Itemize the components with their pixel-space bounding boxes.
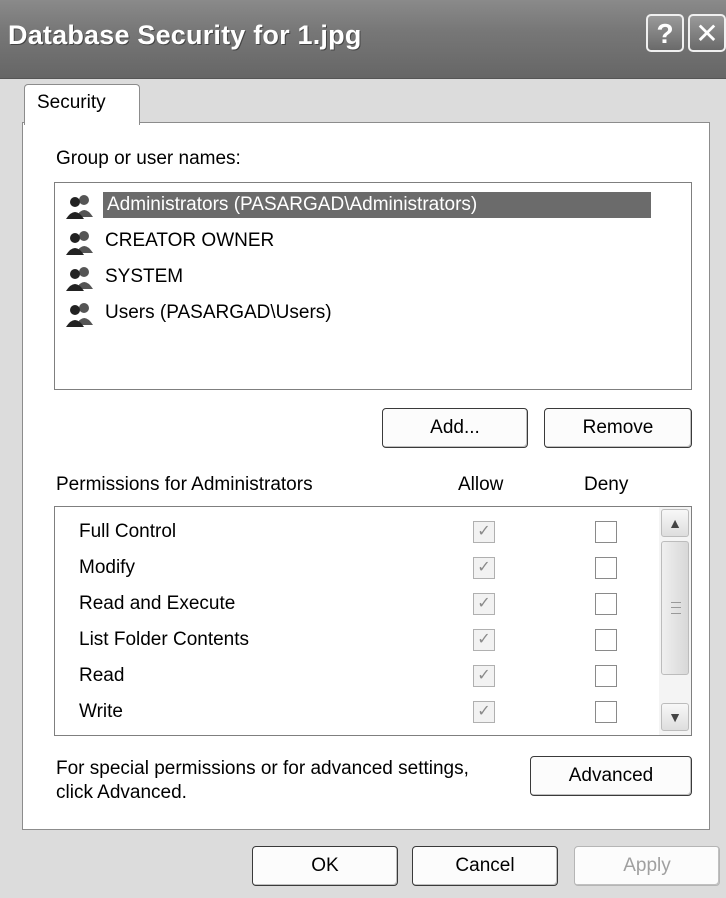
close-button[interactable]: ✕: [688, 14, 726, 52]
group-user-list[interactable]: Administrators (PASARGAD\Administrators)…: [54, 182, 692, 390]
allow-checkbox[interactable]: ✓: [473, 701, 495, 723]
group-item-administrators[interactable]: Administrators (PASARGAD\Administrators): [65, 189, 689, 223]
permission-row-read-execute: Read and Execute ✓: [55, 587, 655, 623]
group-list-label: Group or user names:: [56, 148, 241, 169]
add-button[interactable]: Add...: [382, 408, 528, 448]
permission-name: Read and Execute: [79, 593, 236, 614]
permission-name: Full Control: [79, 521, 177, 542]
permission-name: Write: [79, 701, 123, 722]
permission-row-list-folder: List Folder Contents ✓: [55, 623, 655, 659]
tab-security[interactable]: Security: [24, 84, 140, 125]
allow-checkbox[interactable]: ✓: [473, 557, 495, 579]
users-group-icon: [66, 195, 93, 219]
advanced-hint-line2: click Advanced.: [56, 782, 187, 803]
allow-checkbox[interactable]: ✓: [473, 593, 495, 615]
group-item-system[interactable]: SYSTEM: [65, 261, 689, 295]
security-dialog: Database Security for 1.jpg ? ✕ Security…: [0, 0, 726, 898]
group-item-label: Administrators (PASARGAD\Administrators): [103, 192, 651, 218]
permissions-list[interactable]: Full Control ✓ Modify ✓ Read and Execute…: [54, 506, 692, 736]
apply-button[interactable]: Apply: [574, 846, 720, 886]
cancel-button[interactable]: Cancel: [412, 846, 558, 886]
permissions-label: Permissions for Administrators: [56, 474, 313, 495]
deny-checkbox[interactable]: [595, 593, 617, 615]
users-group-icon: [66, 231, 93, 255]
chevron-down-icon: ▼: [668, 709, 682, 725]
users-group-icon: [66, 267, 93, 291]
ok-button[interactable]: OK: [252, 846, 398, 886]
advanced-hint-line1: For special permissions or for advanced …: [56, 758, 469, 779]
allow-column-header: Allow: [458, 474, 504, 495]
allow-checkbox[interactable]: ✓: [473, 629, 495, 651]
deny-checkbox[interactable]: [595, 701, 617, 723]
group-item-label: SYSTEM: [105, 266, 184, 287]
deny-column-header: Deny: [584, 474, 629, 495]
permission-name: List Folder Contents: [79, 629, 250, 650]
permission-row-modify: Modify ✓: [55, 551, 655, 587]
help-button[interactable]: ?: [646, 14, 684, 52]
scroll-up-button[interactable]: ▲: [661, 509, 689, 537]
grip-icon: [671, 602, 681, 614]
permissions-scrollbar[interactable]: ▲ ▼: [659, 507, 691, 735]
deny-checkbox[interactable]: [595, 665, 617, 687]
group-item-label: CREATOR OWNER: [105, 230, 275, 251]
deny-checkbox[interactable]: [595, 521, 617, 543]
title-bar[interactable]: Database Security for 1.jpg ? ✕: [0, 0, 726, 79]
scroll-down-button[interactable]: ▼: [661, 703, 689, 731]
permission-name: Read: [79, 665, 125, 686]
deny-checkbox[interactable]: [595, 557, 617, 579]
users-group-icon: [66, 303, 93, 327]
permission-row-read: Read ✓: [55, 659, 655, 695]
permission-row-full-control: Full Control ✓: [55, 515, 655, 551]
scroll-thumb[interactable]: [661, 541, 689, 675]
help-icon: ?: [656, 18, 674, 49]
tab-security-label: Security: [37, 92, 106, 113]
advanced-button[interactable]: Advanced: [530, 756, 692, 796]
allow-checkbox[interactable]: ✓: [473, 521, 495, 543]
window-title: Database Security for 1.jpg: [8, 20, 362, 50]
chevron-up-icon: ▲: [668, 515, 682, 531]
remove-button[interactable]: Remove: [544, 408, 692, 448]
permission-name: Modify: [79, 557, 135, 578]
deny-checkbox[interactable]: [595, 629, 617, 651]
group-item-creator-owner[interactable]: CREATOR OWNER: [65, 225, 689, 259]
group-item-label: Users (PASARGAD\Users): [105, 302, 332, 323]
permission-row-write: Write ✓: [55, 695, 655, 731]
group-item-users[interactable]: Users (PASARGAD\Users): [65, 297, 689, 331]
allow-checkbox[interactable]: ✓: [473, 665, 495, 687]
close-icon: ✕: [695, 18, 719, 49]
